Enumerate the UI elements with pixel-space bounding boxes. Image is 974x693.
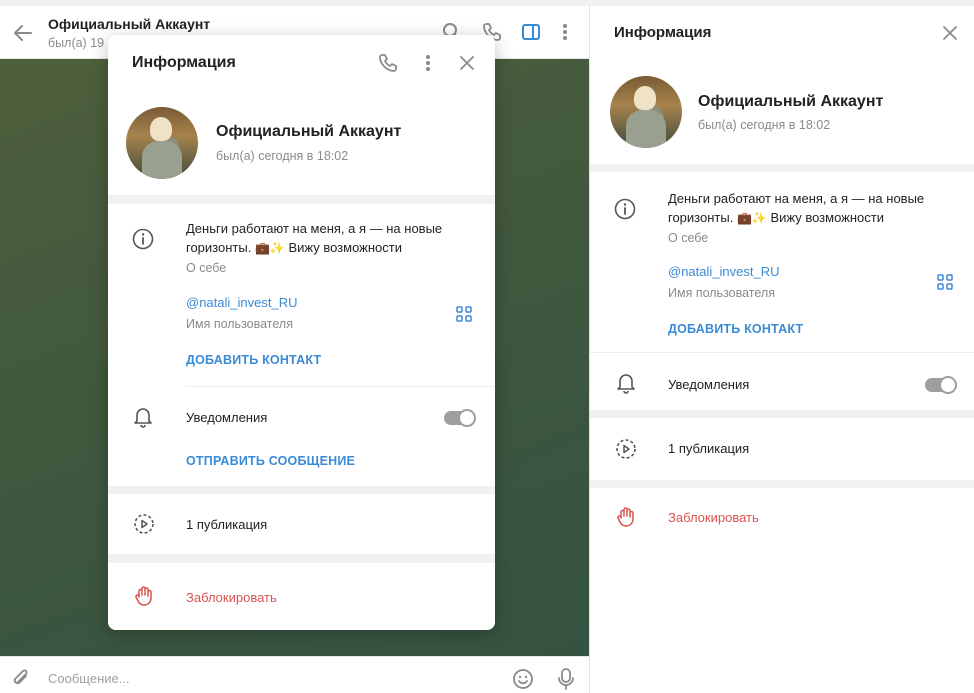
profile-name: Официальный Аккаунт	[698, 93, 884, 110]
bell-icon	[616, 372, 636, 394]
username-link[interactable]: @natali_invest_RU	[668, 264, 779, 279]
story-icon	[615, 438, 637, 460]
notifications-toggle[interactable]	[444, 409, 476, 427]
info-panel: Информация Официальный Аккаунт был(а) се…	[589, 6, 974, 693]
divider	[590, 352, 974, 353]
chat-status: был(а) 19	[48, 36, 105, 50]
emoji-icon[interactable]	[512, 668, 534, 690]
bell-icon	[133, 406, 153, 428]
avatar[interactable]	[610, 76, 682, 148]
hand-block-icon	[134, 585, 154, 607]
info-icon	[614, 198, 636, 220]
notifications-label: Уведомления	[668, 377, 750, 392]
qr-code-icon[interactable]	[456, 306, 472, 322]
close-icon[interactable]	[459, 55, 475, 71]
profile-status: был(а) сегодня в 18:02	[698, 118, 831, 132]
modal-publications-section[interactable]: 1 публикация	[108, 494, 495, 554]
panel-header-section: Информация Официальный Аккаунт был(а) се…	[590, 6, 974, 164]
info-icon	[132, 228, 154, 250]
story-icon	[133, 513, 155, 535]
panel-publications-section[interactable]: 1 публикация	[590, 418, 974, 480]
sidebar-toggle-icon[interactable]	[521, 22, 541, 42]
block-button[interactable]: Заблокировать	[668, 510, 759, 525]
close-icon[interactable]	[942, 25, 958, 41]
panel-info-section: Деньги работают на меня, а я — на новые …	[590, 172, 974, 410]
panel-title: Информация	[614, 24, 712, 41]
bio-line-1: Деньги работают на меня, а я — на новые	[186, 221, 443, 236]
bio-line-2: горизонты. 💼✨ Вижу возможности	[668, 210, 884, 225]
bio-label: О себе	[186, 261, 227, 275]
bio-label: О себе	[668, 231, 709, 245]
add-contact-button[interactable]: ДОБАВИТЬ КОНТАКТ	[186, 353, 321, 367]
panel-block-section: Заблокировать	[590, 488, 974, 693]
send-message-button[interactable]: ОТПРАВИТЬ СООБЩЕНИЕ	[186, 454, 355, 468]
message-composer: Сообщение...	[0, 656, 589, 693]
bio-line-1: Деньги работают на меня, а я — на новые	[668, 191, 925, 206]
profile-status: был(а) сегодня в 18:02	[216, 149, 349, 163]
notifications-toggle[interactable]	[925, 376, 957, 394]
hand-block-icon	[616, 506, 636, 528]
more-vertical-icon[interactable]	[420, 53, 436, 73]
username-label: Имя пользователя	[186, 317, 293, 331]
more-vertical-icon[interactable]	[557, 22, 573, 42]
modal-title: Информация	[132, 54, 236, 71]
modal-header-section: Информация Официальный Аккаунт был(а) се…	[108, 35, 495, 195]
username-label: Имя пользователя	[668, 286, 775, 300]
username-link[interactable]: @natali_invest_RU	[186, 295, 297, 310]
profile-name: Официальный Аккаунт	[216, 123, 402, 140]
phone-icon[interactable]	[378, 53, 398, 73]
mic-icon[interactable]	[556, 667, 576, 691]
bio-line-2: горизонты. 💼✨ Вижу возможности	[186, 240, 402, 255]
attach-icon[interactable]	[10, 668, 32, 690]
modal-info-section: Деньги работают на меня, а я — на новые …	[108, 204, 495, 486]
notifications-label: Уведомления	[186, 410, 268, 425]
publications-label: 1 публикация	[668, 441, 750, 456]
add-contact-button[interactable]: ДОБАВИТЬ КОНТАКТ	[668, 322, 803, 336]
qr-code-icon[interactable]	[937, 274, 953, 290]
info-modal: Информация Официальный Аккаунт был(а) се…	[108, 35, 495, 630]
back-arrow-icon[interactable]	[12, 22, 34, 44]
avatar[interactable]	[126, 107, 198, 179]
modal-block-section: Заблокировать	[108, 563, 495, 630]
message-input[interactable]: Сообщение...	[48, 657, 130, 693]
divider	[186, 386, 495, 387]
chat-title[interactable]: Официальный Аккаунт	[48, 16, 210, 32]
block-button[interactable]: Заблокировать	[186, 590, 277, 605]
publications-label: 1 публикация	[186, 517, 268, 532]
